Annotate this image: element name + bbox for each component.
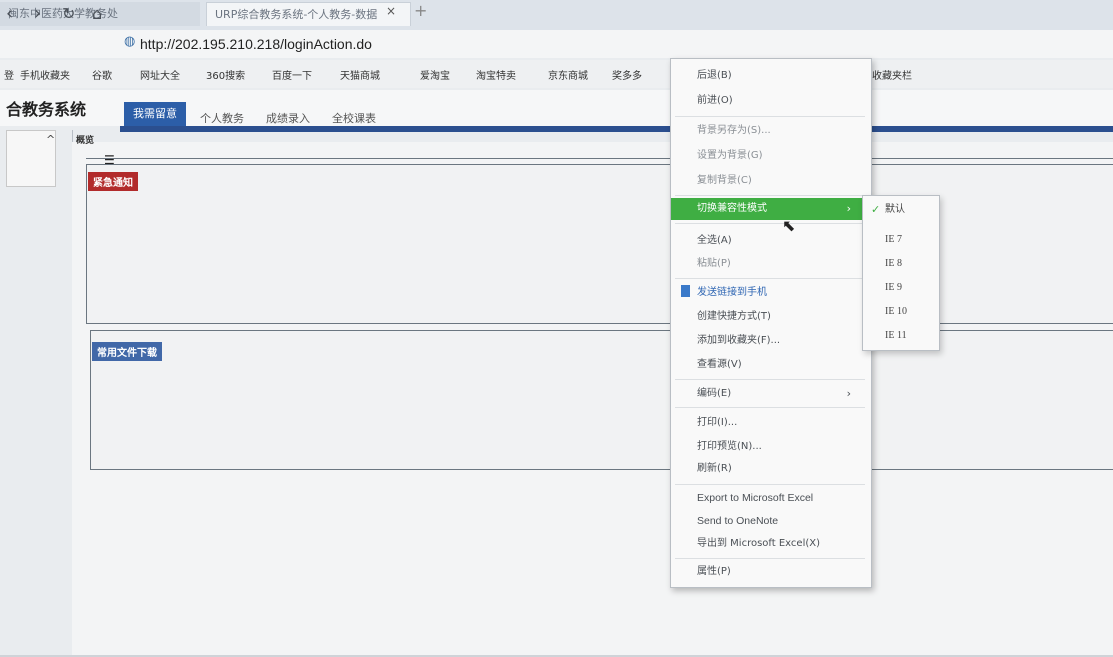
- submenu-item-ie9[interactable]: IE 9: [863, 277, 937, 299]
- bookmark-item[interactable]: 登: [4, 67, 14, 82]
- urgent-notice-panel: [86, 164, 1113, 324]
- context-menu: 后退(B) 前进(O) 背景另存为(S)... 设置为背景(G) 复制背景(C)…: [670, 58, 872, 588]
- mouse-cursor-icon: ⬉: [782, 216, 796, 235]
- bookmark-item[interactable]: 收藏夹栏: [872, 67, 912, 82]
- browser-tab-active[interactable]: URP综合教务系统-个人教务-数据: [206, 2, 411, 26]
- tab-my-notices[interactable]: 我需留意: [124, 102, 186, 126]
- header-divider: [120, 126, 1113, 132]
- bookmark-item[interactable]: 爱淘宝: [420, 67, 450, 82]
- menu-item-copy-background[interactable]: 复制背景(C): [671, 170, 869, 192]
- menu-item-set-background[interactable]: 设置为背景(G): [671, 145, 869, 167]
- tab-close-icon[interactable]: ×: [386, 4, 396, 18]
- submenu-item-label: 默认: [885, 204, 905, 215]
- checkmark-icon: ✓: [871, 203, 881, 216]
- menu-icon[interactable]: ☰: [104, 153, 115, 167]
- menu-item-select-all[interactable]: 全选(A): [671, 230, 869, 252]
- menu-item-add-favorite[interactable]: 添加到收藏夹(F)...: [671, 330, 869, 352]
- tab-personal[interactable]: 个人教务: [200, 110, 244, 126]
- menu-item-send-to-phone[interactable]: 发送链接到手机: [671, 282, 869, 304]
- breadcrumb: 概览: [76, 136, 95, 146]
- bookmark-item[interactable]: 百度一下: [272, 67, 312, 82]
- menu-item-compat-mode[interactable]: 切换兼容性模式 ›: [671, 198, 869, 220]
- menu-item-export-excel[interactable]: Export to Microsoft Excel: [671, 487, 869, 509]
- menu-item-properties[interactable]: 属性(P): [671, 561, 869, 583]
- bookmark-item[interactable]: 淘宝特卖: [476, 67, 516, 82]
- bookmark-item[interactable]: 奖多多: [612, 67, 642, 82]
- downloads-panel: [90, 330, 1113, 470]
- menu-item-label: 编码(E): [697, 388, 732, 399]
- forward-icon[interactable]: ›: [34, 4, 41, 24]
- back-icon[interactable]: ‹: [6, 4, 13, 24]
- menu-separator: [675, 223, 865, 224]
- chevron-right-icon: ›: [846, 387, 851, 400]
- collapse-icon[interactable]: ^: [46, 133, 55, 146]
- menu-separator: [675, 379, 865, 380]
- menu-item-export-excel-x[interactable]: 导出到 Microsoft Excel(X): [671, 533, 869, 555]
- bookmark-item[interactable]: 网址大全: [140, 67, 180, 82]
- menu-item-view-source[interactable]: 查看源(V): [671, 354, 869, 376]
- submenu-item-ie8[interactable]: IE 8: [863, 253, 937, 275]
- submenu-item-ie10[interactable]: IE 10: [863, 301, 937, 323]
- bookmarks-bar: 登 手机收藏夹 谷歌 网址大全 360搜索 百度一下 天猫商城 爱淘宝 淘宝特卖…: [0, 60, 1113, 88]
- tab-schedule[interactable]: 全校课表: [332, 110, 376, 126]
- menu-separator: [675, 484, 865, 485]
- app-title: 合教务系统: [6, 100, 87, 119]
- refresh-icon[interactable]: ↻: [62, 4, 75, 24]
- url-field[interactable]: http://202.195.210.218/loginAction.do: [140, 36, 372, 52]
- menu-separator: [675, 278, 865, 279]
- phone-icon: [681, 285, 690, 297]
- tab-grades[interactable]: 成绩录入: [266, 110, 310, 126]
- bookmark-item[interactable]: 360搜索: [206, 67, 245, 82]
- bookmark-item[interactable]: 手机收藏夹: [20, 67, 70, 82]
- menu-item-forward[interactable]: 前进(O): [671, 90, 869, 112]
- home-icon[interactable]: ⌂: [92, 4, 102, 24]
- menu-separator: [675, 558, 865, 559]
- menu-item-print-preview[interactable]: 打印预览(N)...: [671, 436, 869, 458]
- menu-item-create-shortcut[interactable]: 创建快捷方式(T): [671, 306, 869, 328]
- menu-item-save-background[interactable]: 背景另存为(S)...: [671, 120, 869, 142]
- compat-submenu: ✓ 默认 IE 7 IE 8 IE 9 IE 10 IE 11: [862, 195, 940, 351]
- menu-item-send-onenote[interactable]: Send to OneNote: [671, 510, 869, 532]
- menu-item-refresh[interactable]: 刷新(R): [671, 458, 869, 480]
- submenu-item-ie11[interactable]: IE 11: [863, 325, 937, 347]
- bookmark-item[interactable]: 京东商城: [548, 67, 588, 82]
- menu-item-print[interactable]: 打印(I)...: [671, 412, 869, 434]
- menu-separator: [675, 407, 865, 408]
- menu-separator: [675, 116, 865, 117]
- menu-separator: [675, 195, 865, 196]
- submenu-item-default[interactable]: ✓ 默认: [863, 199, 937, 221]
- chevron-right-icon: ›: [846, 202, 851, 215]
- downloads-title: 常用文件下载: [92, 342, 162, 361]
- new-tab-button[interactable]: +: [414, 1, 427, 20]
- menu-item-label: 切换兼容性模式: [697, 203, 767, 214]
- menu-item-paste[interactable]: 粘贴(P): [671, 253, 869, 275]
- menu-item-label: 发送链接到手机: [697, 287, 767, 298]
- menu-item-encoding[interactable]: 编码(E) ›: [671, 383, 869, 405]
- bookmark-item[interactable]: 天猫商城: [340, 67, 380, 82]
- urgent-notice-title: 紧急通知: [88, 172, 138, 191]
- globe-icon: ◍: [124, 34, 136, 49]
- bookmark-item[interactable]: 谷歌: [92, 67, 112, 82]
- panel-top-rule: [86, 158, 1113, 163]
- submenu-item-ie7[interactable]: IE 7: [863, 229, 937, 251]
- menu-item-back[interactable]: 后退(B): [671, 65, 869, 87]
